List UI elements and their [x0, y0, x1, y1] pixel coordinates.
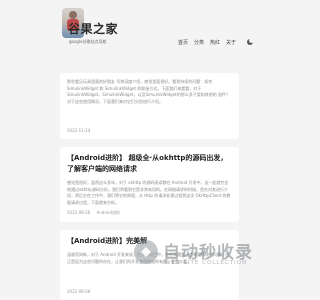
post-category[interactable]: Android进阶 [97, 210, 120, 215]
post-date: 2022-11-24 [67, 128, 91, 133]
post-date: 2022-08-08 [67, 289, 91, 294]
post-excerpt: 温故而知新，对于 Android 开发来说，在开发项目中，会经常遇到一些需要修改… [67, 252, 230, 264]
post-meta: 2022-11-24 [67, 128, 90, 133]
site-logo[interactable]: 谷果之家 google谷歌站点导航 [60, 8, 118, 48]
page: 谷果之家 google谷歌站点导航 首页 分类 热红 关于 那些看见玩具里面的好… [0, 0, 300, 300]
nav-item-home[interactable]: 首页 [178, 39, 188, 46]
main-nav: 首页 分类 热红 关于 [178, 38, 255, 46]
nav-item-hot[interactable]: 热红 [210, 39, 220, 46]
post-meta: 2022-08-08 [67, 289, 90, 294]
post-meta: 2022-08-26 Android进阶 [67, 210, 120, 216]
nav-item-categories[interactable]: 分类 [194, 39, 204, 46]
post-excerpt: 那些看见玩具里面的好朋友 号称深度介绍，感觉里面很好。看到持续的问题：如何 Si… [67, 79, 230, 104]
nav-item-about[interactable]: 关于 [226, 39, 236, 46]
post-title[interactable]: 【Android进阶】完美解 [67, 236, 232, 247]
site-title: 谷果之家 [68, 22, 119, 36]
site-subtitle: google谷歌站点导航 [69, 39, 107, 44]
post-card[interactable]: 【Android进阶】完美解 温故而知新，对于 Android 开发来说，在开发… [60, 230, 239, 300]
post-card[interactable]: 那些看见玩具里面的好朋友 号称深度介绍，感觉里面很好。看到持续的问题：如何 Si… [60, 73, 239, 139]
post-date: 2022-08-26 [67, 210, 91, 215]
site-header: 谷果之家 google谷歌站点导航 首页 分类 热红 关于 [0, 0, 300, 52]
post-excerpt: 感觉是很好。虽然这么多年，对于 okhttp 的源码阅读都在 Android 开… [67, 180, 231, 205]
post-card[interactable]: 【Android进阶】 超级全·从okhttp的源码出发，了解客户端的网络请求 … [60, 147, 239, 222]
post-title[interactable]: 【Android进阶】 超级全·从okhttp的源码出发，了解客户端的网络请求 [67, 153, 232, 175]
dark-mode-icon[interactable] [246, 38, 255, 46]
